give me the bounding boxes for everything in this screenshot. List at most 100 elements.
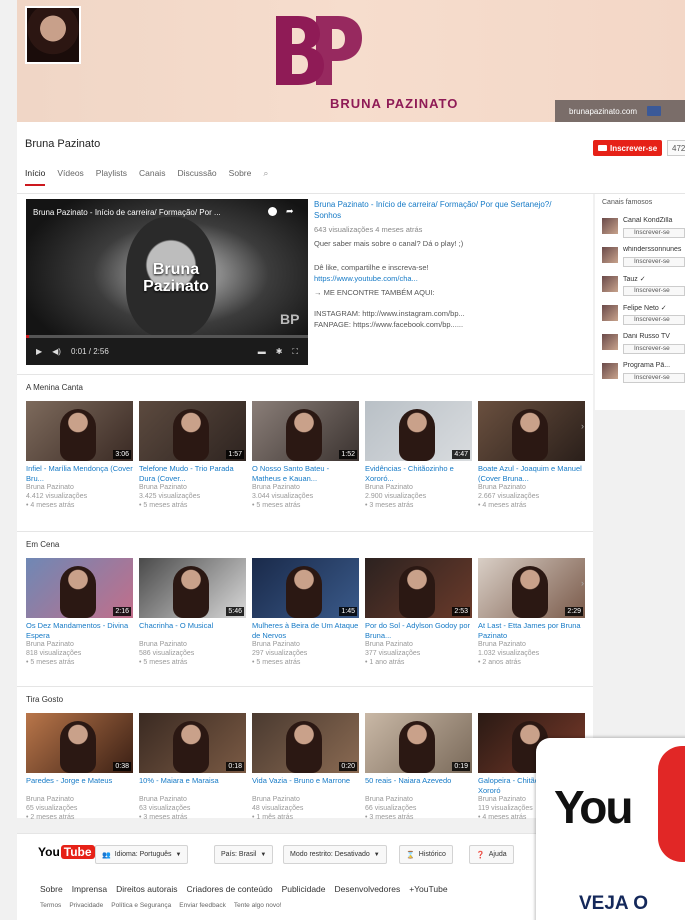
player-title[interactable]: Bruna Pazinato - Início de carreira/ For… <box>33 208 263 217</box>
tab-inicio[interactable]: Início <box>25 168 46 186</box>
footer-link[interactable]: Imprensa <box>72 884 107 894</box>
subscribe-button[interactable]: Inscrever-se <box>593 140 663 156</box>
fullscreen-icon[interactable]: ⛶ <box>292 347 298 357</box>
video-thumbnail[interactable]: 2:53 <box>365 558 472 618</box>
channel-name[interactable]: Dani Russo TV <box>623 333 685 340</box>
channel-name[interactable]: Canal KondZilla <box>623 217 685 224</box>
video-thumbnail[interactable]: 3:06 <box>26 401 133 461</box>
channel-avatar[interactable] <box>602 247 618 263</box>
settings-icon[interactable]: ✱ <box>276 347 283 357</box>
subscribe-button[interactable]: Inscrever-se <box>623 257 685 267</box>
subscribe-button[interactable]: Inscrever-se <box>623 228 685 238</box>
featured-channel-item[interactable]: whinderssonnunes Inscrever-se <box>602 245 685 273</box>
channel-avatar[interactable] <box>602 334 618 350</box>
video-card[interactable]: 2:53 Por do Sol - Adylson Godoy por Bruna… <box>365 558 472 667</box>
video-thumbnail[interactable]: 1:52 <box>252 401 359 461</box>
banner-site-link[interactable]: brunapazinato.com <box>569 107 637 116</box>
video-thumbnail[interactable]: 0:38 <box>26 713 133 773</box>
video-card[interactable]: Boate Azul - Joaquim e Manuel (Cover Bru… <box>478 401 585 510</box>
country-button[interactable]: País: Brasil ▼ <box>214 845 274 864</box>
tab-canais[interactable]: Canais <box>139 168 165 186</box>
watch-later-icon[interactable] <box>268 207 277 216</box>
channel-avatar[interactable] <box>602 363 618 379</box>
featured-channel-item[interactable]: Dani Russo TV Inscrever-se <box>602 332 685 360</box>
video-card[interactable]: 1:45 Mulheres à Beira de Um Ataque de Ner… <box>252 558 359 667</box>
tab-playlists[interactable]: Playlists <box>96 168 127 186</box>
footer-link[interactable]: Sobre <box>40 884 63 894</box>
video-channel[interactable]: Bruna Pazinato <box>26 795 133 804</box>
video-card[interactable]: 0:19 50 reais - Naiara Azevedo Bruna Pazin… <box>365 713 472 822</box>
featured-channel-item[interactable]: Felipe Neto ✓ Inscrever-se <box>602 303 685 331</box>
featured-channel-item[interactable]: Tauz ✓ Inscrever-se <box>602 274 685 302</box>
shelf-title[interactable]: Tira Gosto <box>26 695 63 704</box>
footer-small-link[interactable]: Tente algo novo! <box>234 902 282 909</box>
video-title[interactable]: 50 reais - Naiara Azevedo <box>365 776 472 795</box>
video-channel[interactable]: Bruna Pazinato <box>365 795 472 804</box>
history-button[interactable]: ⌛ Histórico <box>399 845 453 864</box>
tab-sobre[interactable]: Sobre <box>229 168 252 186</box>
shelf-title[interactable]: Em Cena <box>26 540 59 549</box>
channel-name[interactable]: Programa Pã... <box>623 362 685 369</box>
video-channel[interactable]: Bruna Pazinato <box>252 795 359 804</box>
channel-avatar[interactable] <box>602 276 618 292</box>
help-button[interactable]: ❓ Ajuda <box>469 845 514 864</box>
video-channel[interactable]: Bruna Pazinato <box>26 640 133 649</box>
next-arrow-icon[interactable]: › <box>581 421 584 431</box>
video-channel[interactable]: Bruna Pazinato <box>365 640 472 649</box>
video-card[interactable]: 1:52 O Nosso Santo Bateu - Matheus e Kaua… <box>252 401 359 510</box>
video-channel[interactable]: Bruna Pazinato <box>139 483 246 492</box>
tab-videos[interactable]: Vídeos <box>57 168 83 186</box>
play-icon[interactable]: ▶ <box>36 347 42 356</box>
video-channel[interactable]: Bruna Pazinato <box>139 640 246 649</box>
featured-video-title[interactable]: Bruna Pazinato - Início de carreira/ For… <box>314 199 576 221</box>
video-thumbnail[interactable] <box>478 401 585 461</box>
channel-name[interactable]: Tauz ✓ <box>623 275 685 283</box>
video-channel[interactable]: Bruna Pazinato <box>478 483 585 492</box>
video-thumbnail[interactable]: 0:20 <box>252 713 359 773</box>
video-card[interactable]: 2:29 At Last - Etta James por Bruna Pazin… <box>478 558 585 667</box>
video-thumbnail[interactable]: 5:46 <box>139 558 246 618</box>
video-title[interactable]: Por do Sol - Adylson Godoy por Bruna... <box>365 621 472 640</box>
footer-link[interactable]: +YouTube <box>409 884 447 894</box>
footer-link[interactable]: Direitos autorais <box>116 884 177 894</box>
video-channel[interactable]: Bruna Pazinato <box>252 640 359 649</box>
footer-link[interactable]: Desenvolvedores <box>335 884 401 894</box>
video-card[interactable]: 0:38 Paredes - Jorge e Mateus Bruna Pazina… <box>26 713 133 822</box>
video-card[interactable]: 0:18 10% - Maiara e Maraisa Bruna Pazinato… <box>139 713 246 822</box>
video-title[interactable]: Paredes - Jorge e Mateus <box>26 776 133 795</box>
featured-video-player[interactable]: Bruna Pazinato - Início de carreira/ For… <box>26 199 308 365</box>
video-channel[interactable]: Bruna Pazinato <box>26 483 133 492</box>
video-thumbnail[interactable]: 4:47 <box>365 401 472 461</box>
video-channel[interactable]: Bruna Pazinato <box>139 795 246 804</box>
video-title[interactable]: O Nosso Santo Bateu - Matheus e Kauan... <box>252 464 359 483</box>
next-arrow-icon[interactable]: › <box>581 578 584 588</box>
video-title[interactable]: Mulheres à Beira de Um Ataque de Nervos <box>252 621 359 640</box>
video-card[interactable]: 0:20 Vida Vazia - Bruno e Marrone Bruna Pa… <box>252 713 359 822</box>
featured-channel-item[interactable]: Programa Pã... Inscrever-se <box>602 361 685 389</box>
video-title[interactable]: At Last - Etta James por Bruna Pazinato <box>478 621 585 640</box>
video-thumbnail[interactable]: 2:29 <box>478 558 585 618</box>
youtube-logo[interactable]: You Tube <box>38 845 95 859</box>
share-icon[interactable]: ➦ <box>286 206 294 217</box>
footer-small-link[interactable]: Privacidade <box>69 902 103 909</box>
promo-overlay[interactable]: You VEJA O <box>536 738 685 920</box>
facebook-icon[interactable] <box>647 106 662 116</box>
subscribe-button[interactable]: Inscrever-se <box>623 315 685 325</box>
volume-icon[interactable]: ◀) <box>52 347 61 356</box>
video-card[interactable]: 2:16 Os Dez Mandamentos - Divina Espera Br… <box>26 558 133 667</box>
restricted-mode-button[interactable]: Modo restrito: Desativado ▼ <box>283 845 387 864</box>
video-card[interactable]: 3:06 Infiel - Marília Mendonça (Cover Bru… <box>26 401 133 510</box>
language-button[interactable]: 👥 Idioma: Português ▼ <box>95 845 189 864</box>
video-title[interactable]: Telefone Mudo - Trio Parada Dura (Cover.… <box>139 464 246 483</box>
video-thumbnail[interactable]: 0:18 <box>139 713 246 773</box>
subscribe-button[interactable]: Inscrever-se <box>623 286 685 296</box>
footer-link[interactable]: Publicidade <box>282 884 326 894</box>
video-title[interactable]: Infiel - Marília Mendonça (Cover Bru... <box>26 464 133 483</box>
tab-discussao[interactable]: Discussão <box>177 168 216 186</box>
video-thumbnail[interactable]: 0:19 <box>365 713 472 773</box>
video-card[interactable]: 4:47 Evidências - Chitãozinho e Xororó...… <box>365 401 472 510</box>
captions-icon[interactable]: ▬ <box>258 347 266 357</box>
video-title[interactable]: Boate Azul - Joaquim e Manuel (Cover Bru… <box>478 464 585 483</box>
video-thumbnail[interactable]: 1:57 <box>139 401 246 461</box>
video-title[interactable]: Evidências - Chitãozinho e Xororó... <box>365 464 472 483</box>
